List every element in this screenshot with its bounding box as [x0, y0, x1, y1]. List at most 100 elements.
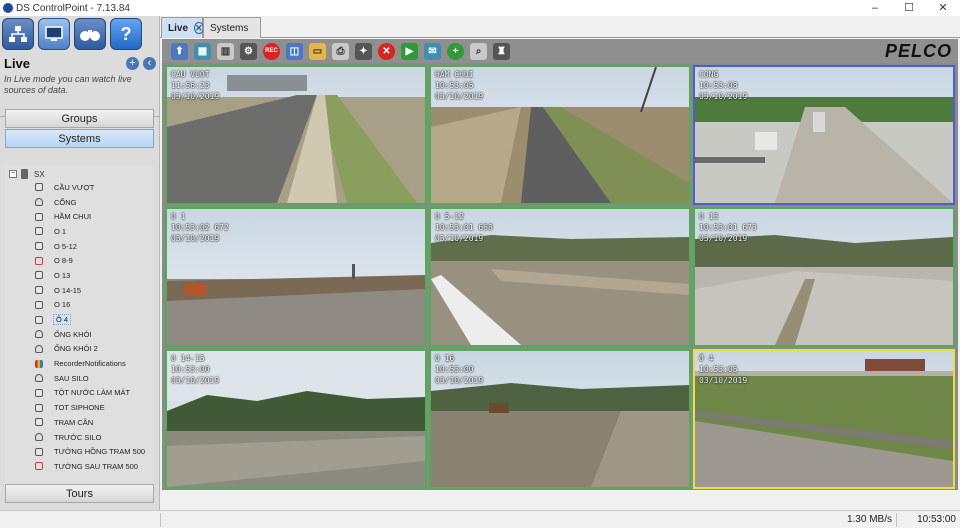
groups-button[interactable]: Groups — [5, 109, 154, 128]
network-icon[interactable] — [2, 18, 34, 50]
app-window: DS ControlPoint - 7.13.84 – ☐ ✕ ? Live +… — [0, 0, 960, 528]
tree-item[interactable]: ỐNG KHÓI 2 — [35, 342, 145, 357]
video-tile[interactable]: O 14-15 10:53:00 03/10/2019 — [165, 349, 427, 489]
tree-item[interactable]: TRẠM CÂN — [35, 415, 145, 430]
video-tile[interactable]: CAU VUOT 11:56:23 03/10/2019 — [165, 65, 427, 205]
video-tile[interactable]: HAM CHUI 10:53:05 03/10/2019 — [429, 65, 691, 205]
ptz-icon[interactable]: ✦ — [355, 42, 372, 60]
bookmark-icon[interactable]: ▶ — [401, 42, 418, 60]
camera-icon — [35, 300, 43, 309]
camera-overlay: O 5-12 10:53:01 668 03/10/2019 — [435, 211, 493, 244]
camera-time: 10:53:02 672 — [171, 223, 229, 232]
stop-icon[interactable]: ✕ — [378, 42, 395, 60]
tree-item-label: ỐNG KHÓI — [54, 329, 92, 339]
server-icon — [21, 169, 28, 179]
tab-label: Systems — [210, 22, 249, 34]
record-button-icon[interactable]: REC — [263, 42, 280, 60]
camera-name: O 5-12 — [435, 212, 464, 221]
collapse-tree-icon[interactable]: − — [9, 170, 17, 178]
video-tile[interactable]: O 5-12 10:53:01 668 03/10/2019 — [429, 207, 691, 347]
video-tile[interactable]: CONG 10:53:08 03/10/2019 — [693, 65, 955, 205]
camera-overlay: O 1 10:53:02 672 03/10/2019 — [171, 211, 229, 244]
zoom-icon[interactable]: ⌕ — [470, 42, 487, 60]
tree-item[interactable]: TƯỜNG HỒNG TRẠM 500 — [35, 444, 145, 459]
video-tile[interactable]: O 13 10:53:01 673 03/10/2019 — [693, 207, 955, 347]
camera-name: HAM CHUI — [435, 70, 474, 79]
tree-item-label: O 1 — [54, 226, 67, 236]
tree-item-label: TƯỜNG HỒNG TRẠM 500 — [54, 447, 146, 457]
help-icon[interactable]: ? — [110, 18, 142, 50]
tree-item[interactable]: RecorderNotifications — [35, 356, 145, 371]
tree-item[interactable]: O 1 — [35, 224, 145, 239]
mail-icon[interactable]: ✉ — [424, 42, 441, 60]
tree-item[interactable]: SAU SILO — [35, 371, 145, 386]
tree-item[interactable]: TRƯỚC SILO — [35, 430, 145, 445]
camera-name: CAU VUOT — [171, 70, 210, 79]
tree-item-label: CẦU VƯỢT — [54, 182, 95, 192]
camera-date: 03/10/2019 — [171, 234, 220, 243]
camera-time: 10:53:00 — [435, 365, 474, 374]
maximize-button[interactable]: ☐ — [892, 0, 926, 16]
tab-systems[interactable]: Systems — [203, 17, 261, 38]
tree-item[interactable]: CỔNG — [35, 195, 145, 210]
snapshot-icon[interactable]: ◫ — [286, 42, 303, 60]
tab-live[interactable]: Live ✕ — [161, 17, 204, 38]
tree-item[interactable]: ỐNG KHÓI — [35, 327, 145, 342]
dome-camera-icon — [35, 330, 43, 339]
folder-icon[interactable]: ▭ — [309, 42, 326, 60]
collapse-icon[interactable]: ‹ — [143, 56, 156, 70]
systems-button[interactable]: Systems — [5, 129, 154, 148]
video-tile[interactable]: O 16 10:53:00 03/10/2019 — [429, 349, 691, 489]
tree-item-label: HẦM CHUI — [54, 212, 92, 222]
tree-root[interactable]: − SX — [9, 168, 45, 180]
camera-icon — [35, 447, 43, 456]
tree-item[interactable]: O 5-12 — [35, 239, 145, 254]
tree-item[interactable]: O 14-15 — [35, 283, 145, 298]
tree-item[interactable]: TOT SIPHONE — [35, 400, 145, 415]
camera-date: 03/10/2019 — [435, 376, 484, 385]
arrow-up-icon[interactable]: ⬆ — [171, 42, 188, 60]
tree-item-label: RecorderNotifications — [54, 359, 126, 369]
tab-bar: Live ✕ Systems — [160, 16, 960, 38]
tree-item[interactable]: HẦM CHUI — [35, 209, 145, 224]
tours-button[interactable]: Tours — [5, 484, 154, 503]
tree-item-label: O 13 — [54, 270, 71, 280]
camera-icon — [35, 403, 43, 412]
camera-error-icon — [35, 256, 43, 265]
camera-date: 03/10/2019 — [435, 234, 484, 243]
tree-item[interactable]: O 8-9 — [35, 253, 145, 268]
joystick-icon[interactable]: ♜ — [493, 42, 510, 60]
tree-item[interactable]: TỘT NƯỚC LÀM MÁT — [35, 386, 145, 401]
print-icon[interactable]: ⎙ — [332, 42, 349, 60]
add-icon[interactable]: + — [126, 56, 139, 70]
left-panel: ? Live + ‹ In Live mode you can watch li… — [0, 16, 160, 510]
camera-time: 10:53:08 — [699, 81, 738, 90]
status-time: 10:53:00 — [896, 513, 960, 527]
camera-overlay: O 16 10:53:00 03/10/2019 — [435, 353, 483, 386]
dome-camera-icon — [35, 344, 43, 353]
camera-icon — [35, 227, 43, 236]
camera-time: 10:53:01 668 — [435, 223, 493, 232]
video-tile[interactable]: Ô 4 10:53:05 03/10/2019 — [693, 349, 955, 489]
monitor-icon[interactable] — [38, 18, 70, 50]
layout-2x2-icon[interactable]: ▦ — [194, 42, 211, 60]
tree-item[interactable]: O 13 — [35, 268, 145, 283]
minimize-button[interactable]: – — [858, 0, 892, 16]
camera-time: 11:56:23 — [171, 81, 210, 90]
camera-time: 10:53:05 — [699, 365, 738, 374]
video-tile[interactable]: O 1 10:53:02 672 03/10/2019 — [165, 207, 427, 347]
network-icon[interactable]: ⚙ — [240, 42, 257, 60]
tree-item[interactable]: CẦU VƯỢT — [35, 180, 145, 195]
layout-grid-icon[interactable]: ▥ — [217, 42, 234, 60]
tree-item-label: TRƯỚC SILO — [54, 432, 102, 442]
close-button[interactable]: ✕ — [926, 0, 960, 16]
tree-item[interactable]: TƯỜNG SAU TRẠM 500 — [35, 459, 145, 474]
tree-item[interactable]: O 16 — [35, 298, 145, 313]
data-rate: 1.30 MB/s — [160, 513, 896, 527]
add-icon[interactable]: + — [447, 42, 464, 60]
binoculars-icon[interactable] — [74, 18, 106, 50]
tree-item[interactable]: Ô 4 — [35, 312, 145, 327]
video-grid: CAU VUOT 11:56:23 03/10/2019 HAM CHUI 10:53… — [162, 63, 958, 490]
camera-date: 03/10/2019 — [435, 92, 484, 101]
tree-item-label: O 5-12 — [54, 241, 77, 251]
